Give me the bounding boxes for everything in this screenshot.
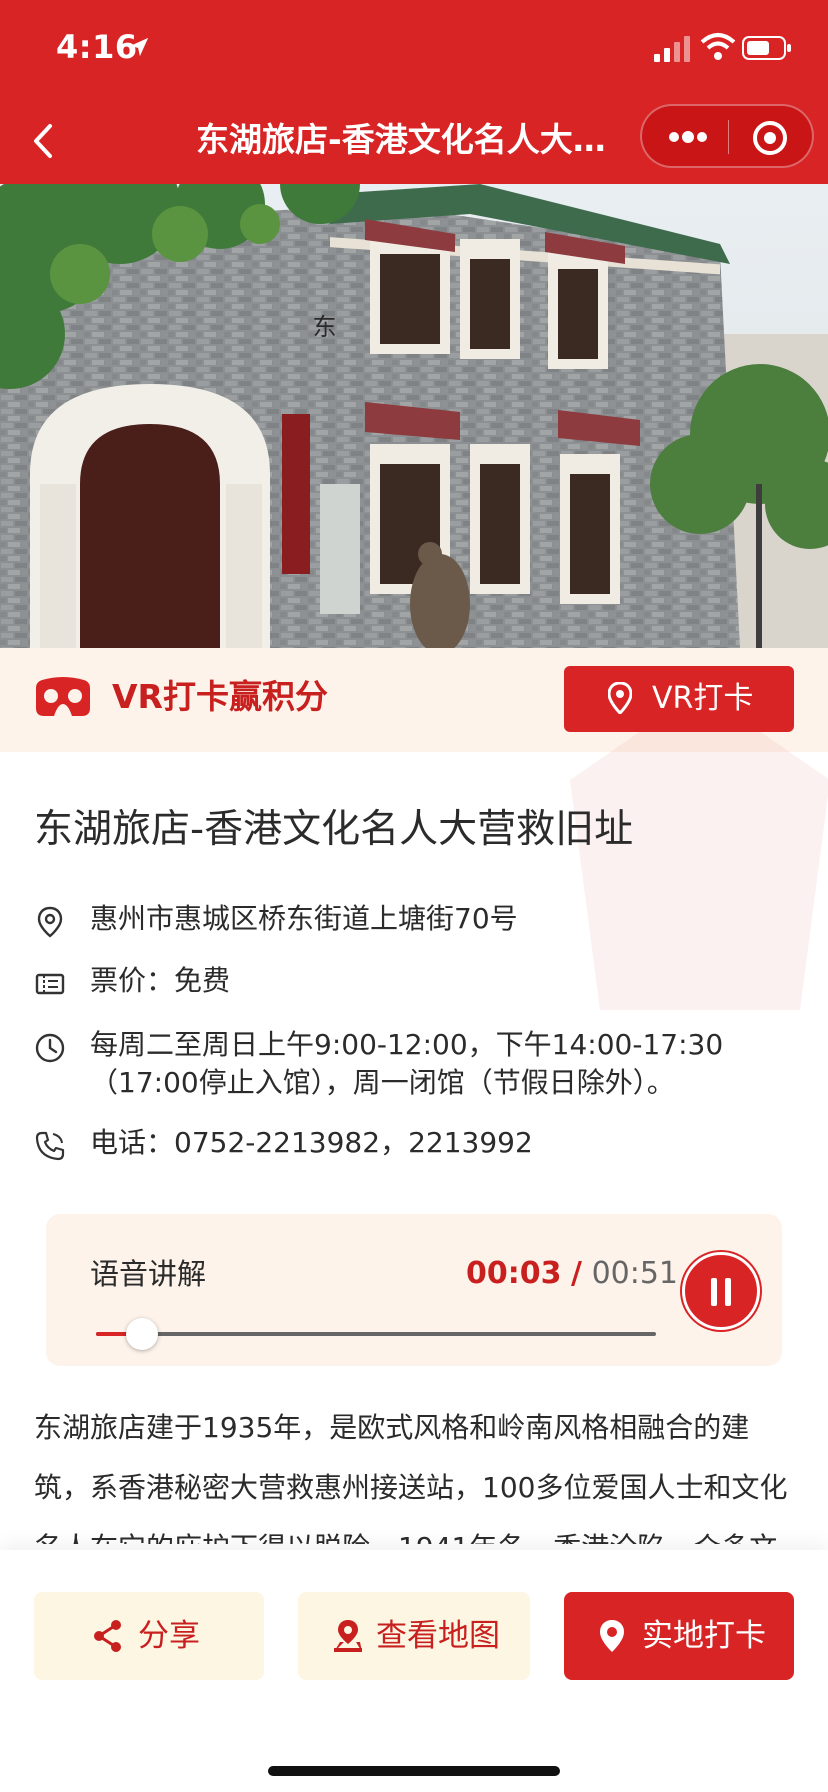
hero-image: 东 — [0, 184, 828, 648]
page-title: 东湖旅店-香港文化名人大营救旧址 — [196, 120, 632, 159]
audio-current-time: 00:03 — [466, 1256, 562, 1291]
close-miniprogram-icon[interactable] — [750, 118, 790, 158]
ticket-icon — [35, 973, 65, 995]
ticket-price-text: 票价：免费 — [90, 964, 231, 997]
address-text: 惠州市惠城区桥东街道上塘街70号 — [90, 902, 518, 935]
pause-icon — [711, 1278, 717, 1306]
audio-progress-handle[interactable] — [125, 1318, 158, 1350]
share-label: 分享 — [138, 1618, 200, 1654]
back-icon[interactable] — [26, 116, 60, 166]
phone-row[interactable]: 电话：0752-2213982，2213992 — [34, 1124, 794, 1164]
hours-row: 每周二至周日上午9:00-12:00，下午14:00-17:30（17:00停止… — [34, 1026, 794, 1106]
status-time: 4:16 — [56, 28, 138, 66]
home-indicator — [268, 1766, 560, 1776]
signal-icon — [654, 36, 690, 62]
view-map-button[interactable]: 查看地图 — [298, 1592, 530, 1680]
vr-banner-text: VR打卡赢积分 — [112, 677, 328, 716]
audio-guide-label: 语音讲解 — [90, 1257, 207, 1291]
audio-time-readout: 00:03 / 00:51 — [466, 1254, 678, 1294]
share-icon — [94, 1620, 121, 1652]
ticket-row: 票价：免费 — [34, 962, 794, 1002]
capsule-divider — [728, 120, 729, 154]
status-bar: 4:16 — [0, 0, 828, 98]
wifi-icon — [700, 33, 736, 60]
place-description: 东湖旅店建于1935年，是欧式风格和岭南风格相融合的建筑，系香港秘密大营救惠州接… — [34, 1411, 788, 1544]
vr-headset-icon — [36, 677, 90, 716]
location-pin-icon — [37, 906, 63, 938]
audio-time-separator: / — [571, 1256, 583, 1291]
map-pin-icon — [334, 1620, 362, 1652]
location-pin-icon — [600, 1620, 624, 1652]
audio-total-time: 00:51 — [591, 1256, 679, 1291]
onsite-checkin-label: 实地打卡 — [642, 1618, 766, 1654]
location-arrow-icon — [129, 37, 149, 57]
view-map-label: 查看地图 — [376, 1618, 500, 1654]
bottom-action-bar: 分享 查看地图 实地打卡 — [0, 1550, 828, 1792]
clock-icon — [35, 1033, 65, 1063]
svg-text:东: 东 — [308, 314, 336, 338]
battery-icon — [742, 36, 791, 60]
miniprogram-capsule — [640, 104, 814, 168]
onsite-checkin-button[interactable]: 实地打卡 — [564, 1592, 794, 1680]
address-row[interactable]: 惠州市惠城区桥东街道上塘街70号 — [34, 900, 794, 940]
audio-progress-fill — [96, 1332, 130, 1336]
pause-icon — [725, 1278, 731, 1306]
pause-button[interactable] — [682, 1252, 760, 1330]
phone-text: 电话：0752-2213982，2213992 — [90, 1126, 533, 1159]
share-button[interactable]: 分享 — [34, 1592, 264, 1680]
place-title: 东湖旅店-香港文化名人大营救旧址 — [34, 807, 634, 852]
opening-hours-text: 每周二至周日上午9:00-12:00，下午14:00-17:30（17:00停止… — [90, 1028, 724, 1099]
audio-guide-player: 语音讲解 00:03 / 00:51 — [46, 1214, 782, 1366]
audio-progress-track[interactable] — [96, 1318, 656, 1350]
more-icon[interactable] — [664, 122, 712, 152]
phone-icon — [35, 1131, 65, 1161]
